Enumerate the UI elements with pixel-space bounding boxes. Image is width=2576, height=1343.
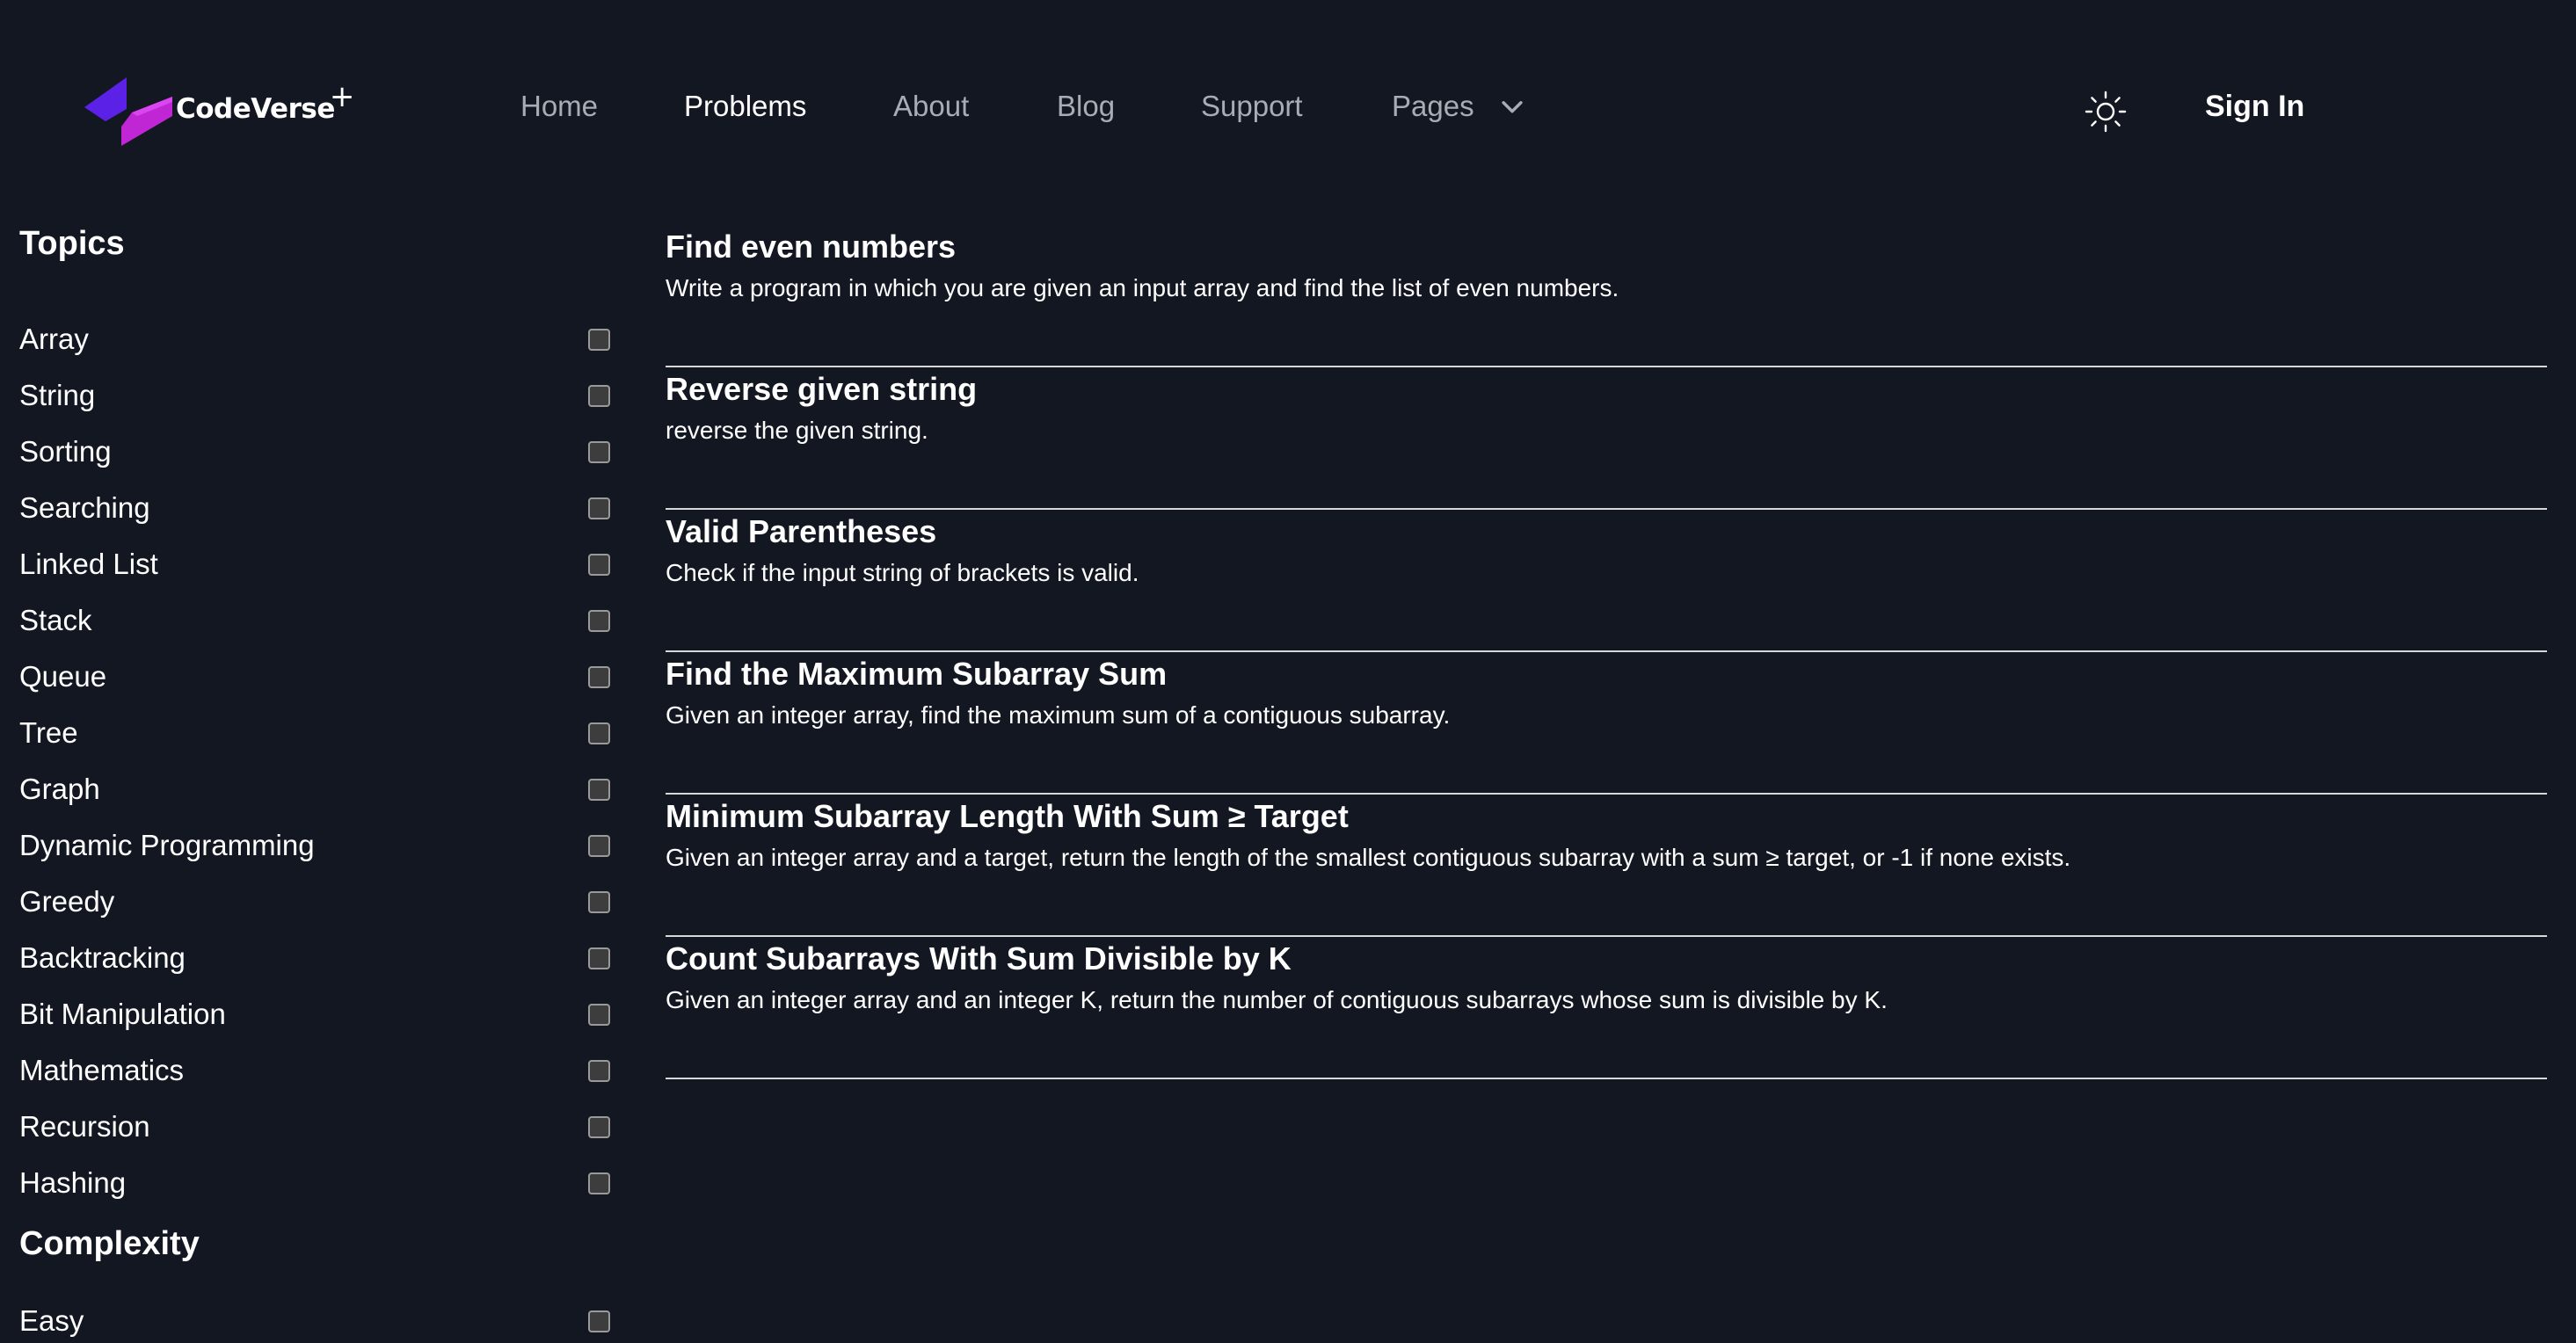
topic-checkbox[interactable] bbox=[588, 440, 610, 463]
problem-description: Write a program in which you are given a… bbox=[666, 274, 1619, 301]
sign-in-button[interactable]: Sign In bbox=[2205, 90, 2304, 124]
topic-label: Linked List bbox=[19, 548, 158, 580]
topic-label: Greedy bbox=[19, 885, 115, 918]
topic-checkbox[interactable] bbox=[588, 778, 610, 801]
nav-blog[interactable]: Blog bbox=[1057, 90, 1115, 123]
brand-logo[interactable]: CodeVerse + bbox=[81, 76, 354, 146]
topic-label: Backtracking bbox=[19, 941, 186, 974]
brand-name: CodeVerse + bbox=[176, 79, 354, 125]
topic-filter-row[interactable]: Dynamic Programming bbox=[19, 824, 610, 868]
topic-filter-row[interactable]: Graph bbox=[19, 767, 610, 811]
topic-label: Queue bbox=[19, 660, 107, 693]
complexity-heading: Complexity bbox=[19, 1225, 200, 1262]
topic-checkbox[interactable] bbox=[588, 497, 610, 519]
codeverse-logo-icon bbox=[84, 77, 172, 146]
complexity-checkbox[interactable] bbox=[588, 1310, 610, 1332]
problem-title[interactable]: Reverse given string bbox=[666, 371, 977, 408]
topic-checkbox[interactable] bbox=[588, 1003, 610, 1026]
topic-filter-row[interactable]: Sorting bbox=[19, 430, 610, 474]
topic-label: Dynamic Programming bbox=[19, 829, 315, 861]
topic-checkbox[interactable] bbox=[588, 722, 610, 744]
topic-checkbox[interactable] bbox=[588, 890, 610, 913]
topic-checkbox[interactable] bbox=[588, 947, 610, 969]
topic-label: Bit Manipulation bbox=[19, 998, 226, 1030]
topics-heading: Topics bbox=[19, 225, 125, 262]
brand-superscript: + bbox=[329, 79, 355, 114]
topic-checkbox[interactable] bbox=[588, 384, 610, 407]
problem-item[interactable]: Count Subarrays With Sum Divisible by K G… bbox=[666, 937, 2547, 1079]
topic-filter-row[interactable]: Stack bbox=[19, 599, 610, 642]
complexity-label: Easy bbox=[19, 1304, 84, 1337]
problem-item[interactable]: Find even numbers Write a program in whic… bbox=[666, 225, 2547, 367]
problem-item[interactable]: Find the Maximum Subarray Sum Given an in… bbox=[666, 652, 2547, 795]
topic-filter-row[interactable]: Tree bbox=[19, 711, 610, 755]
topic-label: Hashing bbox=[19, 1166, 127, 1199]
problem-title[interactable]: Find the Maximum Subarray Sum bbox=[666, 656, 1167, 693]
nav-pages-dropdown[interactable]: Pages bbox=[1392, 90, 1527, 123]
topic-checkbox[interactable] bbox=[588, 665, 610, 688]
topic-filter-row[interactable]: Mathematics bbox=[19, 1049, 610, 1093]
problem-item[interactable]: Valid Parentheses Check if the input stri… bbox=[666, 510, 2547, 652]
topic-filter-row[interactable]: Bit Manipulation bbox=[19, 992, 610, 1036]
topic-checkbox[interactable] bbox=[588, 1172, 610, 1194]
topic-label: Recursion bbox=[19, 1110, 150, 1143]
topic-filter-row[interactable]: String bbox=[19, 374, 610, 417]
topic-filter-row[interactable]: Backtracking bbox=[19, 936, 610, 980]
topic-filter-row[interactable]: Array bbox=[19, 317, 610, 361]
problem-title[interactable]: Valid Parentheses bbox=[666, 513, 936, 550]
topic-checkbox[interactable] bbox=[588, 1059, 610, 1082]
nav-problems[interactable]: Problems bbox=[684, 90, 806, 123]
problem-description: Check if the input string of brackets is… bbox=[666, 559, 1139, 586]
topic-checkbox[interactable] bbox=[588, 328, 610, 351]
sun-icon[interactable] bbox=[2084, 90, 2128, 134]
topic-label: Sorting bbox=[19, 435, 112, 468]
topic-label: Graph bbox=[19, 773, 100, 805]
nav-support[interactable]: Support bbox=[1201, 90, 1303, 123]
topic-checkbox[interactable] bbox=[588, 609, 610, 632]
chevron-down-icon bbox=[1501, 101, 1523, 113]
problem-description: Given an integer array and a target, ret… bbox=[666, 844, 2071, 871]
problem-item[interactable]: Minimum Subarray Length With Sum ≥ Targe… bbox=[666, 795, 2547, 937]
topic-label: Tree bbox=[19, 716, 78, 749]
topic-label: Mathematics bbox=[19, 1054, 185, 1086]
problem-title[interactable]: Count Subarrays With Sum Divisible by K bbox=[666, 940, 1292, 977]
topic-filter-row[interactable]: Recursion bbox=[19, 1105, 610, 1149]
topic-checkbox[interactable] bbox=[588, 1115, 610, 1138]
problem-description: Given an integer array and an integer K,… bbox=[666, 986, 1888, 1013]
problem-item[interactable]: Reverse given string reverse the given st… bbox=[666, 367, 2547, 510]
topic-filter-row[interactable]: Linked List bbox=[19, 542, 610, 586]
topic-label: Stack bbox=[19, 604, 92, 636]
topic-label: Searching bbox=[19, 491, 150, 524]
topic-filter-row[interactable]: Queue bbox=[19, 655, 610, 699]
problem-title[interactable]: Find even numbers bbox=[666, 229, 956, 265]
topic-checkbox[interactable] bbox=[588, 834, 610, 857]
topic-label: String bbox=[19, 379, 96, 411]
problem-description: Given an integer array, find the maximum… bbox=[666, 701, 1451, 729]
topic-filter-row[interactable]: Searching bbox=[19, 486, 610, 530]
site-header: CodeVerse + Home Problems About Blog Supp… bbox=[0, 0, 2576, 220]
nav-about[interactable]: About bbox=[893, 90, 969, 123]
topic-filter-row[interactable]: Hashing bbox=[19, 1161, 610, 1205]
topic-checkbox[interactable] bbox=[588, 553, 610, 576]
nav-home[interactable]: Home bbox=[520, 90, 598, 123]
nav-pages-label: Pages bbox=[1392, 90, 1474, 122]
problem-description: reverse the given string. bbox=[666, 417, 928, 444]
problem-title[interactable]: Minimum Subarray Length With Sum ≥ Targe… bbox=[666, 798, 1349, 835]
topic-label: Array bbox=[19, 323, 89, 355]
complexity-filter-row[interactable]: Easy bbox=[19, 1299, 610, 1343]
topic-filter-row[interactable]: Greedy bbox=[19, 880, 610, 924]
